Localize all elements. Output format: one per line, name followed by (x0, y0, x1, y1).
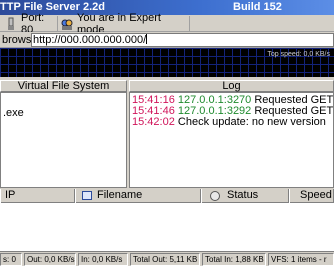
log-time: 15:42:02 (132, 116, 175, 128)
url-row: browser http://000.000.000.000/ (0, 32, 334, 48)
status-out-speed: Out: 0,0 KB/s (24, 253, 76, 266)
port-icon (4, 17, 18, 31)
log-entry: 15:42:02 Check update: no new version (132, 117, 326, 128)
column-ip[interactable]: IP (0, 189, 75, 203)
column-filename[interactable]: Filename (75, 189, 201, 203)
status-vfs-items: VFS: 1 items - r (268, 253, 334, 266)
status-icon (210, 191, 220, 201)
column-status[interactable]: Status (201, 189, 289, 203)
column-speed[interactable]: Speed (289, 189, 334, 203)
mode-button[interactable]: You are in Expert mode (60, 12, 190, 36)
status-connections: s: 0 (0, 253, 22, 266)
vfs-header: Virtual File System (0, 80, 127, 92)
url-value: http://000.000.000.000/ (33, 34, 147, 46)
column-ip-label: IP (5, 189, 16, 201)
column-filename-label: Filename (97, 189, 143, 201)
toolbar: Port: 80 You are in Expert mode (0, 12, 334, 36)
connections-list[interactable] (0, 203, 334, 252)
port-button[interactable]: Port: 80 (4, 12, 58, 36)
top-speed-label: Top speed: 0,0 KB/s (267, 51, 330, 58)
text-caret (146, 34, 148, 44)
build-label: Build 152 (233, 1, 282, 13)
log-message: Check update: no new version (177, 116, 326, 128)
connections-header: IP Filename Status Speed (0, 189, 334, 203)
status-total-out: Total Out: 5,11 KB (130, 253, 200, 266)
vfs-item[interactable]: .exe (3, 107, 24, 119)
status-in-speed: In: 0,0 KB/s (78, 253, 128, 266)
status-bar: s: 0 Out: 0,0 KB/s In: 0,0 KB/s Total Ou… (0, 253, 334, 266)
log-panel[interactable]: 15:41:16 127.0.0.1:3270 Requested GET / … (129, 92, 334, 188)
column-status-label: Status (227, 189, 259, 201)
file-icon (82, 191, 92, 200)
column-speed-label: Speed (300, 189, 332, 201)
vfs-tree[interactable]: .exe (0, 92, 127, 188)
log-header: Log (129, 80, 334, 92)
url-field[interactable]: http://000.000.000.000/ (31, 33, 334, 47)
speed-graph: Top speed: 0,0 KB/s (0, 48, 334, 77)
status-total-in: Total In: 1,88 KB (202, 253, 266, 266)
expert-mode-icon (60, 17, 74, 31)
